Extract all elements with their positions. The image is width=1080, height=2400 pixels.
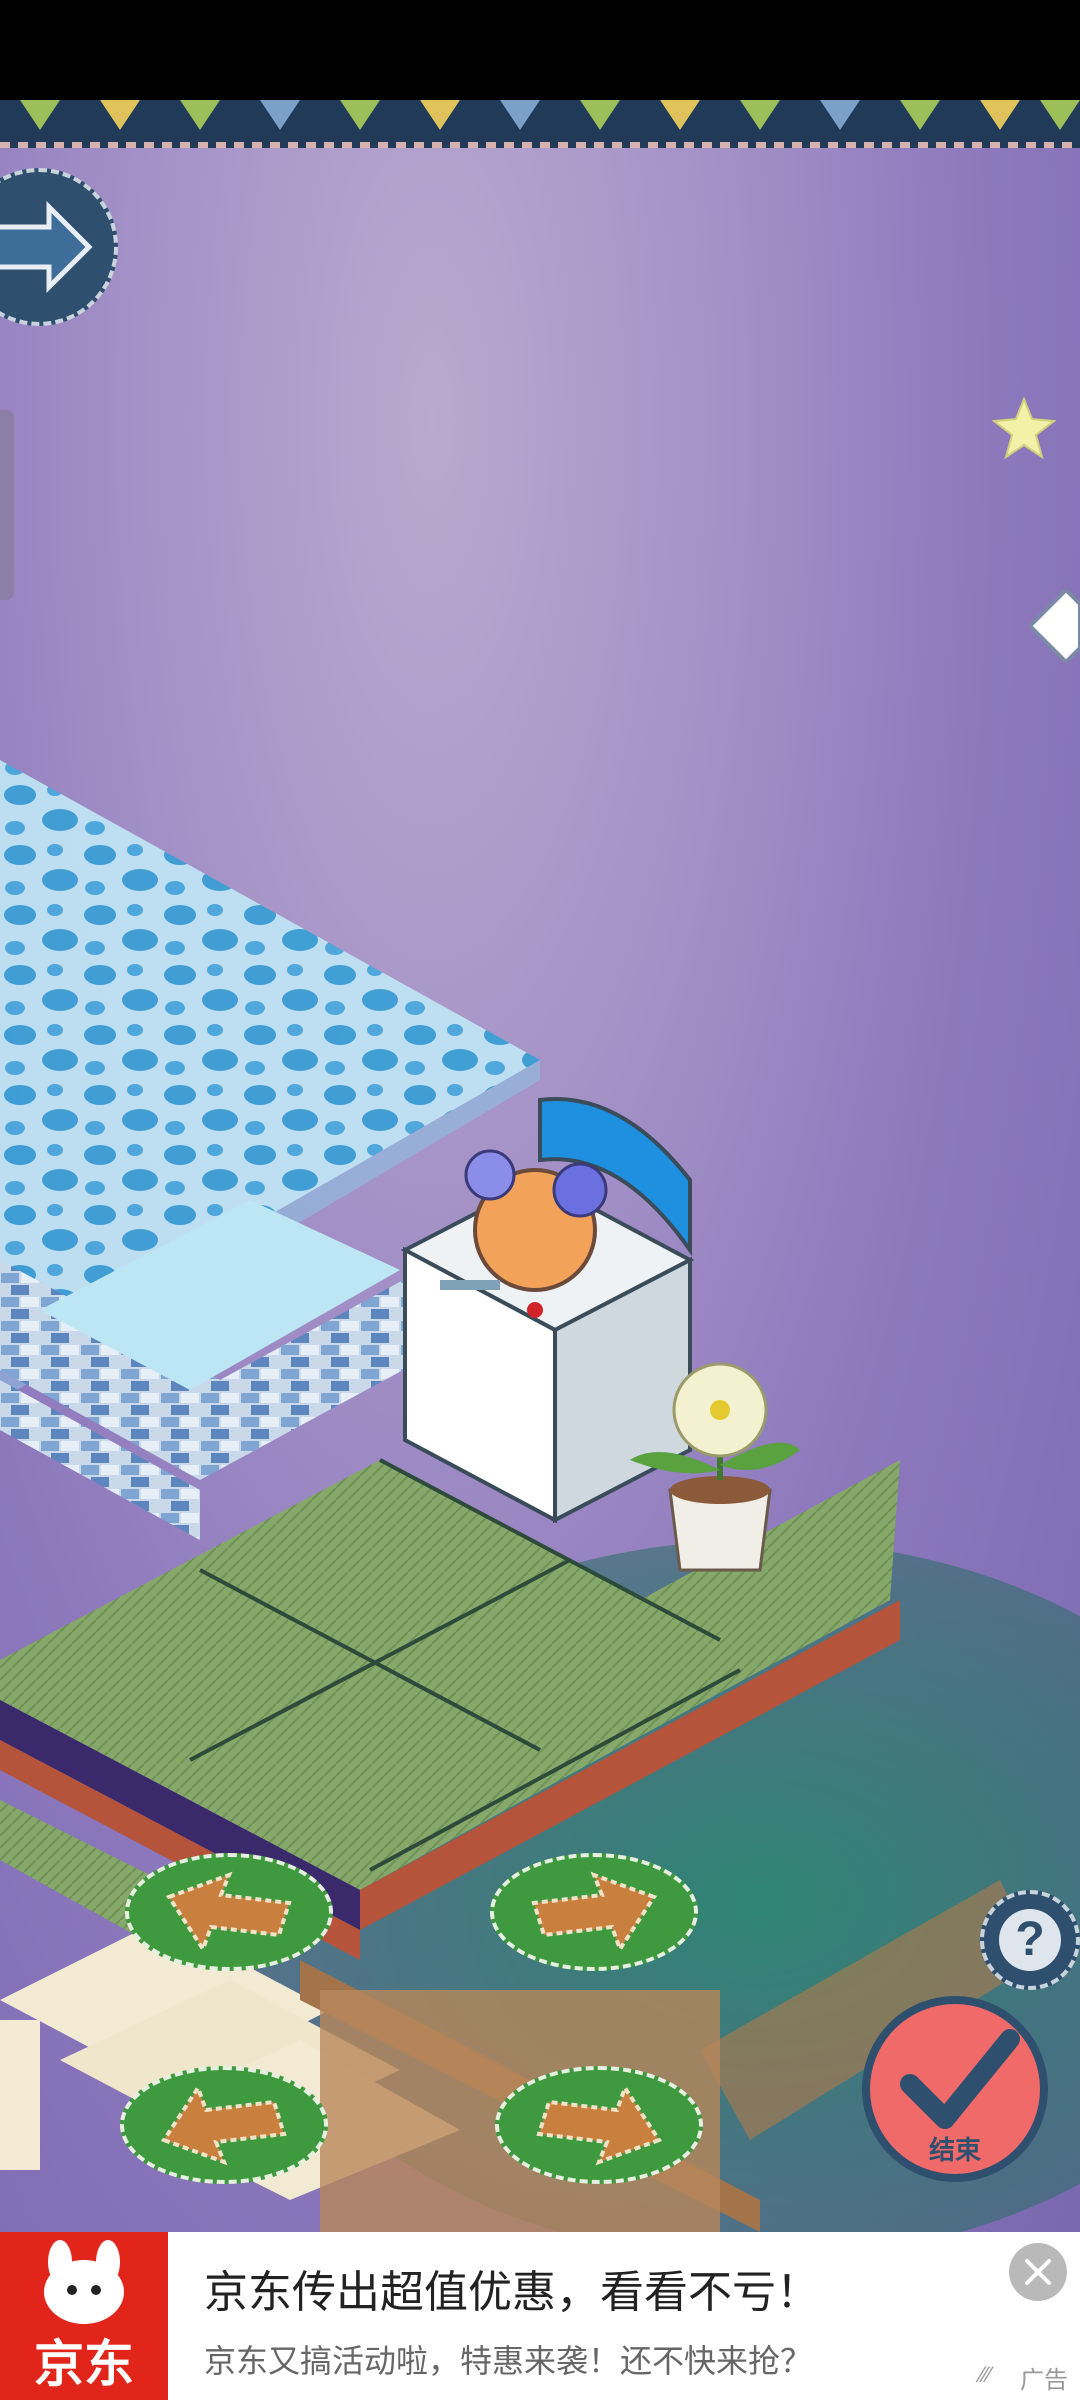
- question-icon: ?: [999, 1909, 1061, 1971]
- status-bar: [0, 0, 1080, 100]
- jd-logo: 京东: [0, 2232, 168, 2400]
- side-drawer-handle[interactable]: [0, 410, 14, 600]
- arrow-up-left-icon: [165, 1871, 292, 1954]
- ad-title[interactable]: 京东传出超值优惠，看看不亏！: [204, 2256, 820, 2320]
- ad-mark-icon: ⁄⁄⁄: [980, 2362, 992, 2387]
- rotate-view-icon[interactable]: [1030, 590, 1080, 662]
- arrow-up-right-icon: [531, 1871, 658, 1954]
- next-arrow-button[interactable]: [0, 168, 118, 326]
- star-icon[interactable]: [992, 395, 1056, 459]
- bunting-flags: [20, 100, 1080, 130]
- move-down-left-button[interactable]: [120, 2066, 328, 2184]
- arrow-right-icon: [0, 200, 93, 294]
- arrow-down-left-icon: [160, 2083, 287, 2166]
- end-button[interactable]: 结束: [862, 1996, 1048, 2182]
- top-bunting: [0, 100, 1080, 148]
- help-button[interactable]: ?: [980, 1890, 1080, 1990]
- close-icon: [1025, 2259, 1051, 2285]
- move-up-left-button[interactable]: [125, 1853, 333, 1971]
- move-up-right-button[interactable]: [490, 1853, 698, 1971]
- ad-description: 京东又搞活动啦，特惠来袭！还不快来抢？: [204, 2343, 813, 2379]
- ad-banner[interactable]: 京东 京东传出超值优惠，看看不亏！ 京东又搞活动啦，特惠来袭！还不快来抢？: [0, 2232, 1080, 2400]
- move-down-right-button[interactable]: [495, 2066, 703, 2184]
- ad-close-button[interactable]: [1009, 2243, 1067, 2301]
- ad-brand: 京东: [34, 2336, 134, 2392]
- end-button-label: 结束: [928, 2135, 981, 2165]
- arrow-down-right-icon: [536, 2083, 663, 2166]
- ad-tag: 广告: [1020, 2367, 1068, 2394]
